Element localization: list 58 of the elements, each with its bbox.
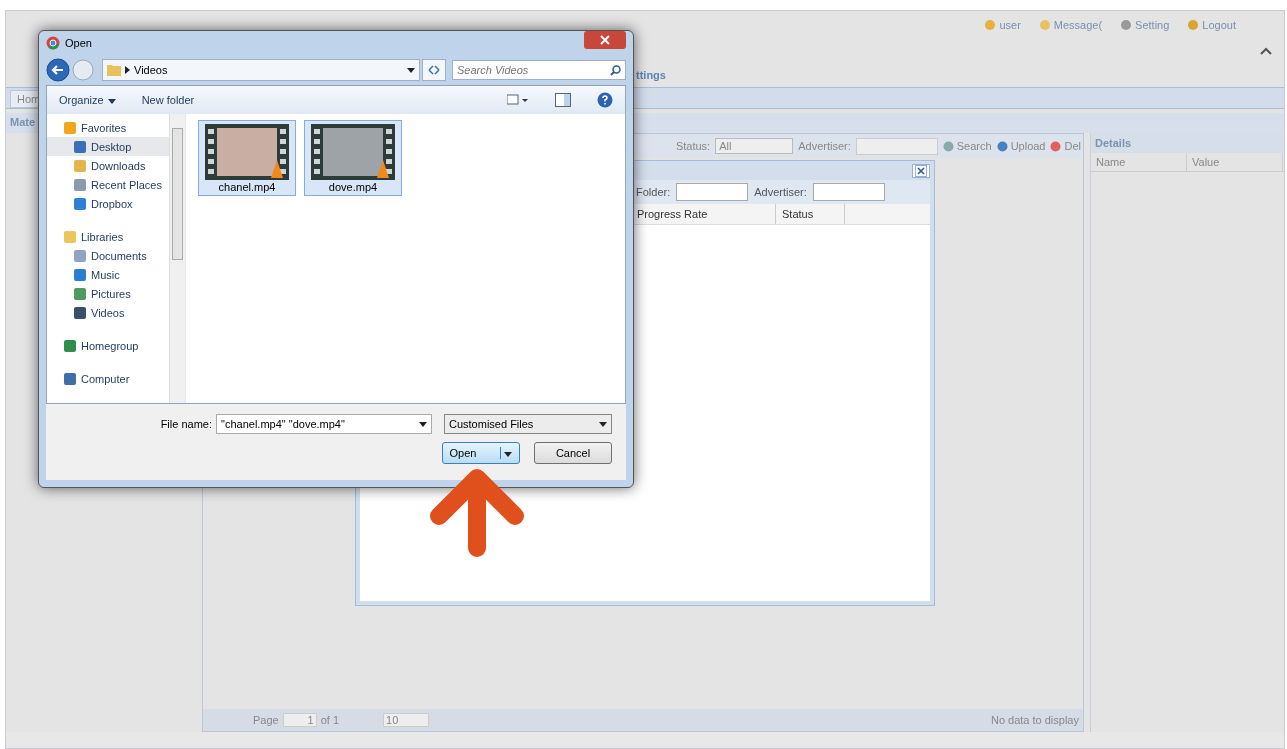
filter-field[interactable] xyxy=(676,183,749,201)
caret-icon xyxy=(107,99,116,104)
address-bar[interactable]: Videos xyxy=(102,59,420,81)
nav-item[interactable]: Favorites xyxy=(47,118,169,137)
organize-menu[interactable]: Organize xyxy=(59,94,116,106)
filter-label: Advertiser: xyxy=(754,186,807,198)
nav-item[interactable]: Videos xyxy=(47,303,169,322)
cancel-button[interactable]: Cancel xyxy=(534,442,612,464)
advertiser-label: Advertiser: xyxy=(798,140,851,152)
file-name-field[interactable]: "chanel.mp4" "dove.mp4" xyxy=(216,414,432,434)
dialog-title: Open xyxy=(65,37,92,49)
refresh-icon[interactable] xyxy=(427,64,441,76)
column-header: Value xyxy=(1187,153,1283,171)
open-button[interactable]: Open xyxy=(442,442,520,464)
page-label: Page xyxy=(253,714,279,726)
file-type-select[interactable]: Customised Files xyxy=(444,414,612,434)
back-icon[interactable] xyxy=(46,58,70,82)
search-box[interactable]: Search Videos xyxy=(452,60,626,80)
caret-icon xyxy=(599,421,607,427)
file-name: chanel.mp4 xyxy=(218,181,276,193)
nav-item[interactable]: Music xyxy=(47,265,169,284)
file-name-label: File name: xyxy=(160,418,212,430)
advertiser-field[interactable] xyxy=(855,137,938,155)
panel-title: Mate xyxy=(10,116,36,128)
close-icon[interactable] xyxy=(584,31,626,49)
caret-icon xyxy=(504,452,513,457)
file-item[interactable]: chanel.mp4 xyxy=(198,120,296,196)
filter-label: Folder: xyxy=(636,186,671,198)
file-item[interactable]: dove.mp4 xyxy=(304,120,402,196)
status-label: Status: xyxy=(675,140,711,152)
view-icon[interactable] xyxy=(507,94,529,106)
nav-item[interactable]: Computer xyxy=(47,369,169,388)
file-name: dove.mp4 xyxy=(328,181,378,193)
chevron-up-icon[interactable] xyxy=(1260,47,1272,55)
search-field[interactable]: Search Videos xyxy=(453,62,608,78)
filter-field[interactable] xyxy=(812,183,885,201)
column-header: Status xyxy=(775,204,844,224)
caret-icon[interactable] xyxy=(407,67,415,73)
nav-item[interactable]: Homegroup xyxy=(47,336,169,355)
chevron-right-icon xyxy=(125,66,130,74)
nav-item[interactable]: Downloads xyxy=(47,156,169,175)
details-title: Details xyxy=(1091,133,1284,153)
new-folder-button[interactable]: New folder xyxy=(141,94,195,106)
preview-pane-icon[interactable] xyxy=(555,93,571,107)
nav-item[interactable]: Dropbox xyxy=(47,194,169,213)
nav-item[interactable]: Desktop xyxy=(47,137,169,156)
scrollbar[interactable] xyxy=(169,114,185,403)
nav-item[interactable]: Recent Places xyxy=(47,175,169,194)
caret-icon[interactable] xyxy=(419,421,427,427)
help-icon[interactable] xyxy=(597,92,613,108)
nav-item[interactable]: Documents xyxy=(47,246,169,265)
close-icon[interactable] xyxy=(912,163,930,178)
nav-item[interactable]: Libraries xyxy=(47,227,169,246)
nav-item[interactable]: Pictures xyxy=(47,284,169,303)
pager-status: No data to display xyxy=(990,714,1079,726)
page-count: of 1 xyxy=(320,714,340,726)
browser-logo-icon xyxy=(46,36,60,50)
column-header: Name xyxy=(1091,153,1187,171)
